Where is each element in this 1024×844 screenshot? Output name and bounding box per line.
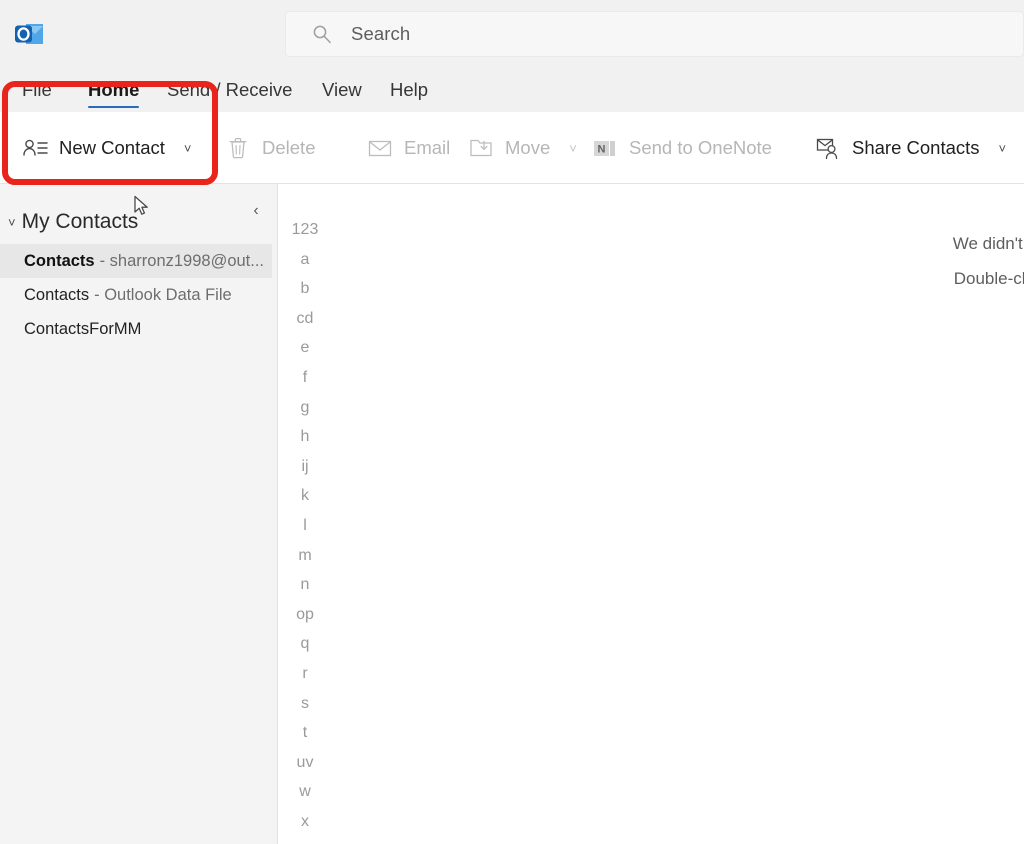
move-to-folder-icon — [468, 136, 494, 160]
new-contact-icon — [22, 136, 48, 160]
svg-text:N: N — [598, 144, 606, 156]
folder-list: Contacts - sharronz1998@out... Contacts … — [0, 244, 278, 346]
search-icon — [312, 24, 332, 44]
alpha-index-item[interactable]: x — [301, 807, 309, 837]
alpha-index-item[interactable]: r — [302, 659, 307, 689]
alpha-index-item[interactable]: k — [301, 481, 309, 511]
empty-state-line-2: Double-click here to — [953, 269, 1024, 288]
chevron-down-icon[interactable]: ˅ — [999, 141, 1007, 156]
alpha-index-item[interactable]: ij — [301, 452, 308, 482]
tab-send-receive[interactable]: Send / Receive — [167, 68, 292, 112]
onenote-icon: N — [592, 136, 618, 160]
ribbon-command-bar: New Contact ˅ Delete Email Move ˅ N Send… — [0, 112, 1024, 280]
alpha-index-item[interactable]: b — [301, 274, 310, 304]
folder-sidebar: ‹ ˅ My Contacts Contacts - sharronz1998@… — [0, 184, 278, 844]
outlook-logo-icon — [14, 20, 44, 48]
alpha-index-item[interactable]: f — [303, 363, 307, 393]
my-contacts-label: My Contacts — [21, 210, 139, 233]
delete-label: Delete — [262, 137, 316, 158]
alpha-index-item[interactable]: a — [301, 245, 310, 275]
chevron-down-icon[interactable]: ˅ — [8, 215, 16, 230]
sidebar-item-contacts-data-file[interactable]: Contacts - Outlook Data File — [0, 278, 278, 312]
chevron-down-icon[interactable]: ˅ — [184, 141, 192, 156]
folder-name: Contacts — [24, 251, 95, 270]
share-contacts-button[interactable]: Share Contacts ˅ — [815, 112, 1006, 184]
folder-account: - sharronz1998@out... — [99, 251, 265, 270]
search-placeholder: Search — [351, 23, 411, 44]
alpha-index-item[interactable]: t — [303, 718, 307, 748]
outlook-contacts-window: Search File Home Send / Receive View Hel… — [0, 0, 1024, 844]
trash-icon — [225, 136, 251, 160]
search-input[interactable]: Search — [285, 11, 1024, 57]
envelope-icon — [367, 136, 393, 160]
alpha-index-item[interactable]: op — [296, 600, 314, 630]
chevron-down-icon[interactable]: ˅ — [569, 141, 577, 156]
delete-button[interactable]: Delete — [225, 112, 315, 184]
tab-home[interactable]: Home — [88, 68, 140, 112]
folder-name: ContactsForMM — [24, 319, 142, 338]
send-to-onenote-button[interactable]: N Send to OneNote — [592, 112, 772, 184]
email-button[interactable]: Email — [367, 112, 450, 184]
alpha-index-item[interactable]: g — [301, 393, 310, 423]
share-contacts-label: Share Contacts — [852, 137, 980, 158]
title-bar: Search — [0, 0, 1024, 68]
tab-view[interactable]: View — [322, 68, 362, 112]
alpha-index-item[interactable]: n — [301, 570, 310, 600]
empty-state-line-1: We didn't find any — [952, 234, 1024, 253]
alpha-index-item[interactable]: e — [301, 333, 310, 363]
new-contact-label: New Contact — [59, 137, 165, 158]
alpha-index-item[interactable]: m — [298, 541, 311, 571]
email-label: Email — [404, 137, 451, 158]
contacts-list-pane[interactable]: We didn't find any Double-click here to — [322, 184, 1024, 844]
move-label: Move — [505, 137, 551, 158]
send-to-onenote-label: Send to OneNote — [629, 137, 772, 158]
alpha-index-item[interactable]: s — [301, 689, 309, 719]
folder-account: - Outlook Data File — [94, 285, 232, 304]
ribbon-tab-strip: File Home Send / Receive View Help — [0, 68, 1024, 112]
share-contacts-icon — [815, 136, 841, 160]
tab-help[interactable]: Help — [390, 68, 428, 112]
sidebar-item-contactsformm[interactable]: ContactsForMM — [0, 312, 278, 346]
alpha-index-item[interactable]: l — [303, 511, 307, 541]
tab-file[interactable]: File — [22, 68, 52, 112]
alpha-index-item[interactable]: cd — [297, 304, 314, 334]
mouse-pointer-icon — [133, 195, 151, 217]
alpha-index-item[interactable]: w — [299, 777, 311, 807]
my-contacts-group-header[interactable]: ˅ My Contacts — [8, 210, 138, 234]
alpha-index-item[interactable]: 123 — [292, 215, 319, 245]
alpha-index-item[interactable]: h — [301, 422, 310, 452]
chevron-left-icon[interactable]: ‹ — [245, 200, 267, 222]
sidebar-item-contacts-outlook-com[interactable]: Contacts - sharronz1998@out... — [0, 244, 272, 278]
alphabet-index: 123 a b cd e f g h ij k l m n op q r s t… — [288, 215, 322, 844]
move-button[interactable]: Move ˅ — [468, 112, 577, 184]
folder-name: Contacts — [24, 285, 90, 304]
alpha-index-item[interactable]: q — [301, 629, 310, 659]
new-contact-button[interactable]: New Contact ˅ — [22, 112, 192, 184]
alpha-index-item[interactable]: uv — [297, 748, 314, 778]
